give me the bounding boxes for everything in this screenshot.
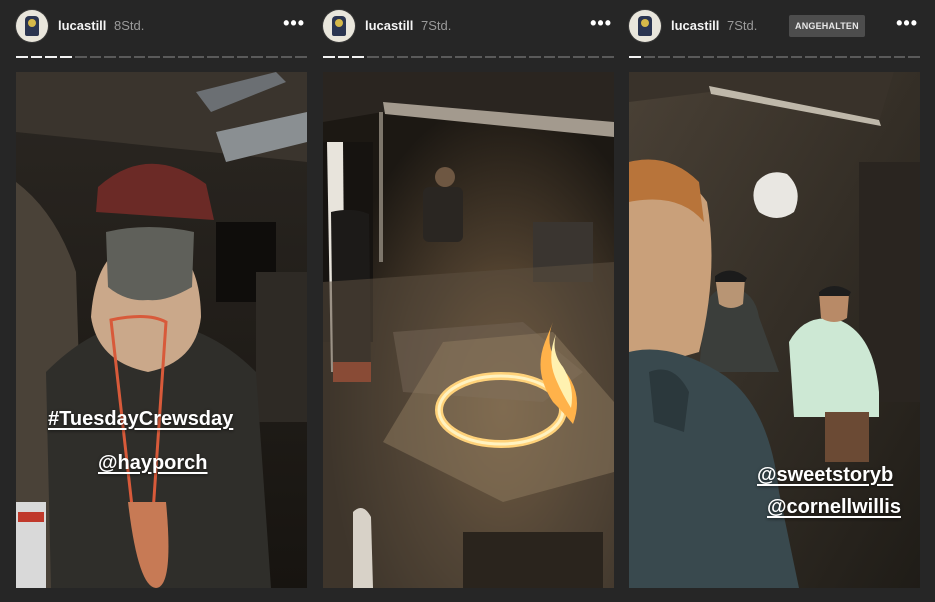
story-header: lucastill 7Std. ••• bbox=[323, 8, 614, 44]
avatar[interactable] bbox=[16, 10, 48, 42]
progress-segment bbox=[543, 56, 556, 58]
progress-segment bbox=[470, 56, 482, 58]
progress-bar bbox=[16, 56, 308, 58]
more-options-icon[interactable]: ••• bbox=[283, 13, 305, 34]
username[interactable]: lucastill bbox=[671, 18, 719, 33]
progress-segment bbox=[702, 56, 715, 58]
story-card-1[interactable]: lucastill 8Std. ••• #TuesdayCrewsday @ha… bbox=[16, 0, 308, 602]
progress-segment bbox=[74, 56, 87, 58]
progress-bar bbox=[629, 56, 921, 58]
story-media[interactable]: @sweetstoryb @cornellwillis bbox=[629, 72, 920, 588]
progress-segment bbox=[717, 56, 729, 58]
progress-segment bbox=[658, 56, 671, 58]
progress-segment bbox=[834, 56, 847, 58]
progress-segment bbox=[643, 56, 656, 58]
timestamp: 8Std. bbox=[114, 18, 145, 33]
progress-segment bbox=[731, 56, 744, 58]
avatar[interactable] bbox=[629, 10, 661, 42]
paused-badge: ANGEHALTEN bbox=[789, 15, 865, 37]
progress-segment bbox=[908, 56, 921, 58]
progress-segment bbox=[849, 56, 862, 58]
progress-segment bbox=[746, 56, 759, 58]
avatar[interactable] bbox=[323, 10, 355, 42]
progress-segment bbox=[104, 56, 116, 58]
progress-bar bbox=[323, 56, 615, 58]
progress-segment bbox=[499, 56, 512, 58]
story-photo bbox=[323, 72, 614, 588]
progress-segment bbox=[367, 56, 379, 58]
mention-caption[interactable]: @cornellwillis bbox=[767, 496, 901, 519]
progress-segment bbox=[60, 56, 72, 58]
story-card-2[interactable]: lucastill 7Std. ••• bbox=[323, 0, 615, 602]
progress-segment bbox=[16, 56, 28, 58]
mention-caption[interactable]: @hayporch bbox=[98, 452, 208, 475]
progress-segment bbox=[352, 56, 365, 58]
story-media[interactable] bbox=[323, 72, 614, 588]
story-header: lucastill 7Std. ANGEHALTEN ••• bbox=[629, 8, 920, 44]
mention-caption[interactable]: @sweetstoryb bbox=[757, 464, 893, 487]
progress-segment bbox=[381, 56, 394, 58]
story-media[interactable]: #TuesdayCrewsday @hayporch bbox=[16, 72, 307, 588]
progress-segment bbox=[761, 56, 774, 58]
progress-segment bbox=[411, 56, 423, 58]
progress-segment bbox=[133, 56, 146, 58]
progress-segment bbox=[45, 56, 58, 58]
progress-segment bbox=[148, 56, 161, 58]
progress-segment bbox=[455, 56, 468, 58]
timestamp: 7Std. bbox=[421, 18, 452, 33]
hashtag-caption[interactable]: #TuesdayCrewsday bbox=[48, 408, 233, 431]
progress-segment bbox=[118, 56, 131, 58]
progress-segment bbox=[323, 56, 335, 58]
progress-segment bbox=[221, 56, 234, 58]
progress-segment bbox=[790, 56, 803, 58]
progress-segment bbox=[514, 56, 526, 58]
progress-segment bbox=[484, 56, 497, 58]
progress-segment bbox=[805, 56, 818, 58]
timestamp: 7Std. bbox=[727, 18, 758, 33]
progress-segment bbox=[163, 56, 175, 58]
progress-segment bbox=[820, 56, 832, 58]
progress-segment bbox=[236, 56, 249, 58]
progress-segment bbox=[177, 56, 190, 58]
story-photo bbox=[16, 72, 307, 588]
more-options-icon[interactable]: ••• bbox=[590, 13, 612, 34]
progress-segment bbox=[878, 56, 891, 58]
progress-segment bbox=[629, 56, 641, 58]
progress-segment bbox=[30, 56, 43, 58]
progress-segment bbox=[558, 56, 570, 58]
progress-segment bbox=[396, 56, 409, 58]
progress-segment bbox=[893, 56, 906, 58]
progress-segment bbox=[295, 56, 308, 58]
progress-segment bbox=[602, 56, 615, 58]
progress-segment bbox=[440, 56, 453, 58]
username[interactable]: lucastill bbox=[365, 18, 413, 33]
username[interactable]: lucastill bbox=[58, 18, 106, 33]
story-header: lucastill 8Std. ••• bbox=[16, 8, 307, 44]
progress-segment bbox=[587, 56, 600, 58]
progress-segment bbox=[425, 56, 438, 58]
progress-segment bbox=[207, 56, 219, 58]
progress-segment bbox=[673, 56, 685, 58]
progress-segment bbox=[337, 56, 350, 58]
progress-segment bbox=[687, 56, 700, 58]
progress-segment bbox=[192, 56, 205, 58]
progress-segment bbox=[572, 56, 585, 58]
story-card-3[interactable]: lucastill 7Std. ANGEHALTEN ••• @sweetsto… bbox=[629, 0, 921, 602]
progress-segment bbox=[528, 56, 541, 58]
more-options-icon[interactable]: ••• bbox=[896, 13, 918, 34]
progress-segment bbox=[251, 56, 263, 58]
progress-segment bbox=[776, 56, 788, 58]
progress-segment bbox=[265, 56, 278, 58]
progress-segment bbox=[280, 56, 293, 58]
progress-segment bbox=[864, 56, 876, 58]
progress-segment bbox=[89, 56, 102, 58]
